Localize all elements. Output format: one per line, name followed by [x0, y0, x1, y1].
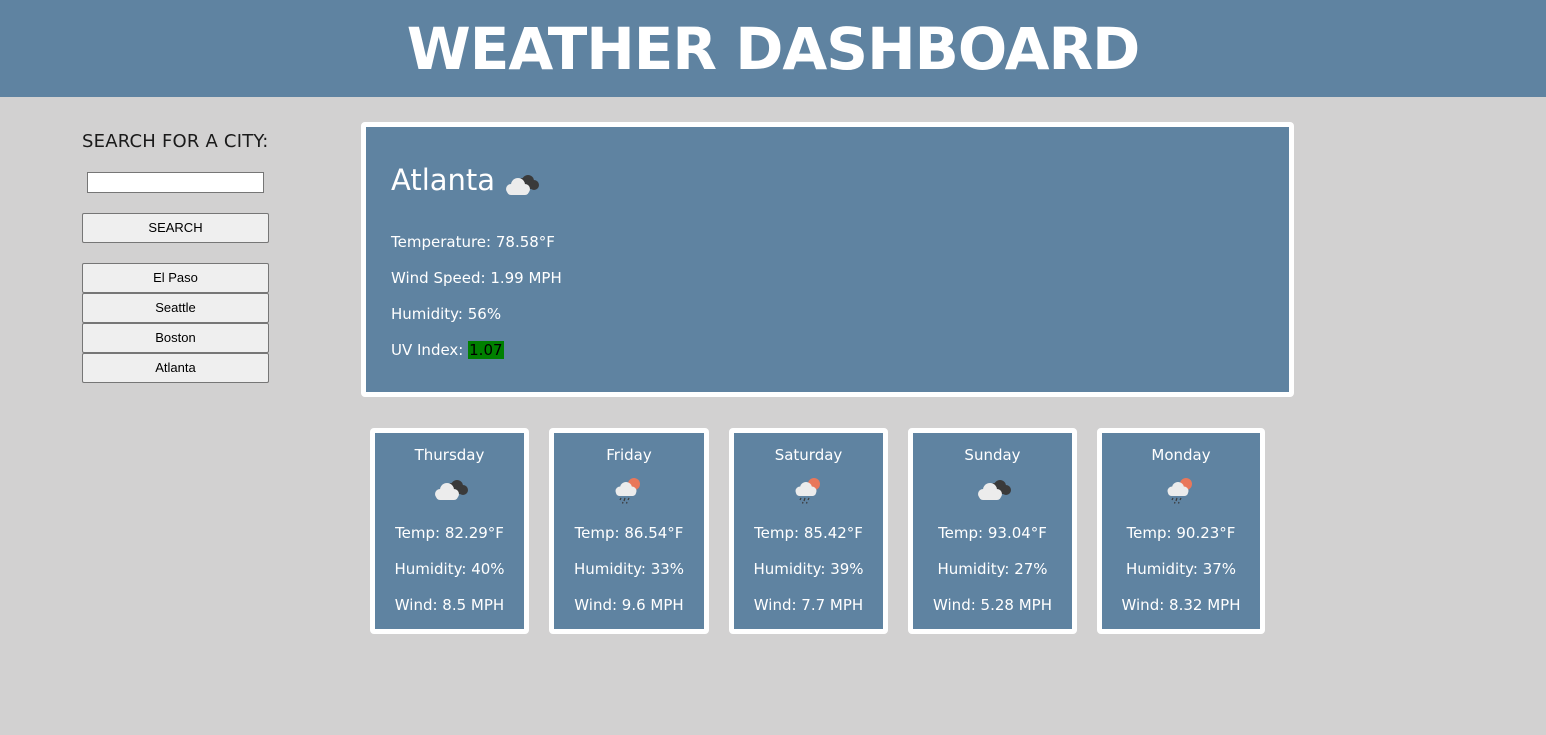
wind-label: Wind Speed: [391, 269, 486, 287]
forecast-card-sunday: Sunday Temp: 93.04°F Humidity: 27% Wind:… [908, 428, 1077, 634]
forecast-day: Saturday [774, 446, 843, 464]
forecast-humidity: Humidity: 27% [937, 560, 1048, 578]
forecast-humidity: Humidity: 37% [1125, 560, 1237, 578]
cloudy-icon [430, 475, 470, 505]
temperature-label: Temperature: [391, 233, 492, 251]
forecast-card-thursday: Thursday Temp: 82.29°F Humidity: 40% Win… [370, 428, 529, 634]
uv-label: UV Index: [391, 341, 464, 359]
forecast-wind: Wind: 5.28 MPH [933, 596, 1052, 614]
history-button-el-paso[interactable]: El Paso [82, 263, 269, 293]
rain-sun-icon [1161, 475, 1201, 505]
current-city-name: Atlanta [391, 163, 496, 197]
forecast-wind: Wind: 8.5 MPH [394, 596, 505, 614]
forecast-temp: Temp: 85.42°F [754, 524, 863, 542]
temperature-value: 78.58°F [495, 233, 555, 251]
forecast-day: Monday [1151, 446, 1211, 464]
uv-index-badge: 1.07 [468, 341, 504, 359]
forecast-temp: Temp: 90.23°F [1126, 524, 1236, 542]
page-header: WEATHER DASHBOARD [0, 0, 1546, 97]
rain-sun-icon [609, 475, 649, 505]
current-humidity: Humidity: 56% [391, 305, 501, 323]
wind-value: 1.99 MPH [490, 269, 562, 287]
rain-sun-icon [789, 475, 829, 505]
forecast-temp: Temp: 93.04°F [938, 524, 1047, 542]
search-label: SEARCH FOR A CITY: [82, 131, 269, 152]
city-search-input[interactable] [87, 172, 264, 193]
current-wind: Wind Speed: 1.99 MPH [391, 269, 562, 287]
humidity-label: Humidity: [391, 305, 463, 323]
forecast-card-monday: Monday Temp: 90.23°F Humidity: 37% Wind:… [1097, 428, 1265, 634]
forecast-card-saturday: Saturday Temp: 85.42°F Humidity: 39% Win… [729, 428, 888, 634]
search-history-list: El Paso Seattle Boston Atlanta [82, 263, 269, 383]
cloudy-icon [973, 475, 1013, 505]
current-temperature: Temperature: 78.58°F [391, 233, 555, 251]
forecast-humidity: Humidity: 40% [394, 560, 505, 578]
current-uv-index: UV Index: 1.07 [391, 341, 504, 359]
forecast-temp: Temp: 82.29°F [395, 524, 504, 542]
forecast-wind: Wind: 8.32 MPH [1121, 596, 1241, 614]
history-button-seattle[interactable]: Seattle [82, 293, 269, 323]
forecast-day: Thursday [414, 446, 485, 464]
search-button[interactable]: SEARCH [82, 213, 269, 243]
forecast-card-friday: Friday Temp: 86.54°F Humidity: 33% Wind:… [549, 428, 709, 634]
humidity-value: 56% [467, 305, 502, 323]
current-weather-card: Atlanta Temperature: 78.58°F Wind Speed:… [361, 122, 1294, 397]
forecast-temp: Temp: 86.54°F [574, 524, 684, 542]
forecast-wind: Wind: 7.7 MPH [753, 596, 864, 614]
history-button-atlanta[interactable]: Atlanta [82, 353, 269, 383]
page-title: WEATHER DASHBOARD [406, 14, 1141, 83]
cloudy-icon [501, 170, 541, 200]
forecast-humidity: Humidity: 33% [573, 560, 685, 578]
forecast-wind: Wind: 9.6 MPH [574, 596, 684, 614]
forecast-day: Friday [606, 446, 652, 464]
current-city-row: Atlanta [391, 160, 541, 200]
history-button-boston[interactable]: Boston [82, 323, 269, 353]
forecast-humidity: Humidity: 39% [753, 560, 864, 578]
forecast-day: Sunday [964, 446, 1021, 464]
